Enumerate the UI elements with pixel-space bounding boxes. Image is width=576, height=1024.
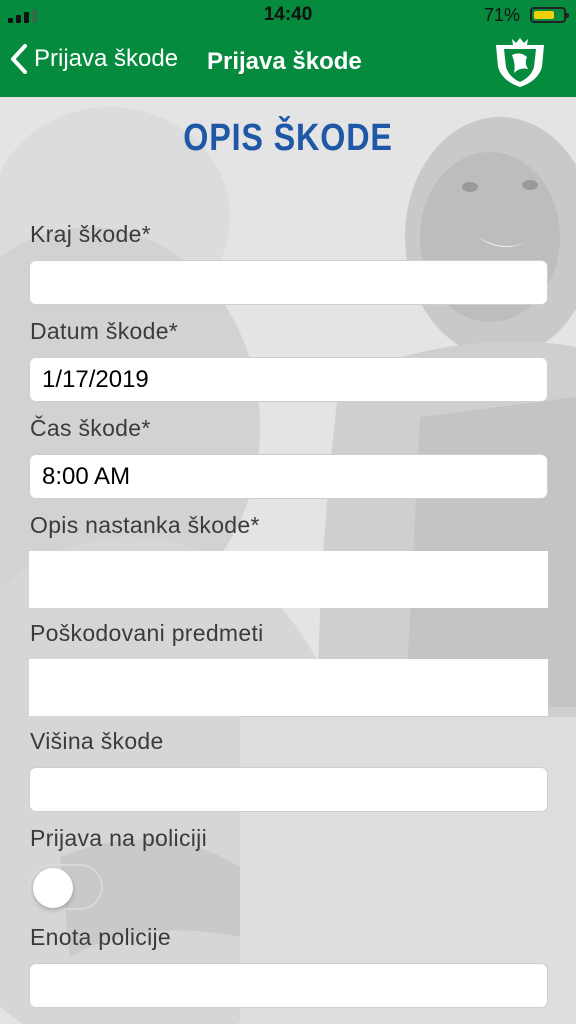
battery-fill (534, 11, 554, 19)
field-label-poskodovani: Poškodovani predmeti (30, 620, 264, 646)
prijava-policiji-toggle[interactable] (29, 864, 103, 910)
field-label-datum: Datum škode* (30, 318, 179, 344)
field-label-opis: Opis nastanka škode* (30, 512, 260, 538)
battery-icon (530, 7, 569, 23)
cas-skode-input[interactable]: 8:00 AM (29, 454, 548, 499)
coat-of-arms-shield-icon (494, 37, 546, 94)
field-label-kraj: Kraj škode* (30, 221, 151, 247)
opis-nastanka-textarea[interactable] (29, 551, 548, 608)
poskodovani-predmeti-textarea[interactable] (29, 659, 548, 716)
visina-skode-input[interactable] (29, 767, 548, 812)
form-content[interactable]: OPIS ŠKODE Kraj škode* Datum škode* 1/17… (0, 97, 576, 1024)
field-label-enota: Enota policije (30, 924, 172, 950)
field-label-prijava-policiji: Prijava na policiji (30, 825, 207, 851)
section-heading: OPIS ŠKODE (183, 117, 393, 159)
back-button-label: Prijava škode (34, 45, 179, 72)
datum-skode-input[interactable]: 1/17/2019 (29, 357, 548, 402)
toggle-knob (33, 868, 73, 908)
enota-policije-input[interactable] (29, 963, 548, 1008)
battery-percent: 71% (483, 5, 520, 25)
status-bar: 14:40 71% (0, 0, 576, 30)
field-label-cas: Čas škode* (30, 415, 151, 441)
field-label-visina: Višina škode (30, 728, 164, 754)
chevron-left-icon (11, 44, 27, 74)
page-title: Prijava škode (207, 48, 362, 75)
back-button[interactable]: Prijava škode (10, 44, 178, 74)
navigation-bar: Prijava škode Prijava škode (0, 30, 576, 97)
kraj-skode-input[interactable] (29, 260, 548, 305)
